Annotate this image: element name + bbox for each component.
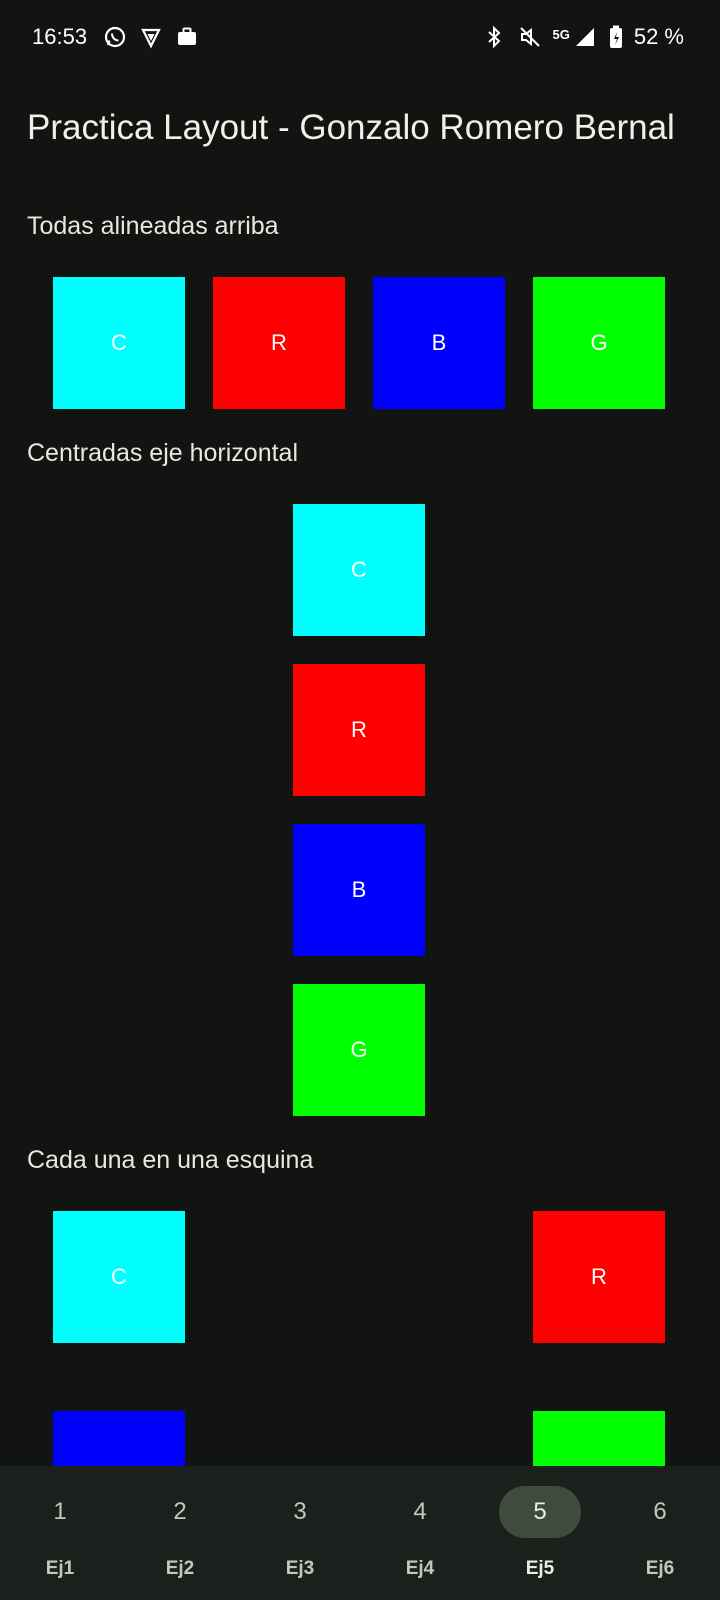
square-green: G bbox=[533, 277, 665, 409]
mute-icon bbox=[517, 24, 543, 50]
battery-percent: 52 % bbox=[633, 24, 684, 49]
nav-item-ej4[interactable]: 4 Ej4 bbox=[360, 1466, 480, 1600]
square-cyan: C bbox=[53, 277, 185, 409]
bottom-navigation-bar: 1 Ej1 2 Ej2 3 Ej3 4 Ej4 5 Ej5 6 Ej6 bbox=[0, 1466, 720, 1600]
nav-item-ej3[interactable]: 3 Ej3 bbox=[240, 1466, 360, 1600]
nav-label: Ej1 bbox=[45, 1558, 75, 1579]
network-type: 5G bbox=[552, 26, 570, 42]
nav-item-ej2[interactable]: 2 Ej2 bbox=[120, 1466, 240, 1600]
nav-label: Ej5 bbox=[525, 1558, 555, 1579]
nav-number-5-icon: 5 bbox=[499, 1486, 581, 1538]
nav-item-ej1[interactable]: 1 Ej1 bbox=[0, 1466, 120, 1600]
nav-number-2-icon: 2 bbox=[173, 1498, 187, 1525]
section-title-corners: Cada una en una esquina bbox=[27, 1146, 314, 1174]
nav-label: Ej3 bbox=[285, 1558, 315, 1579]
section-title-centered: Centradas eje horizontal bbox=[27, 439, 298, 467]
nav-number-1-icon: 1 bbox=[53, 1498, 67, 1525]
nav-number-6-icon: 6 bbox=[653, 1498, 667, 1525]
square-red: R bbox=[293, 664, 425, 796]
battery-icon bbox=[608, 24, 624, 50]
nav-label: Ej4 bbox=[405, 1558, 435, 1579]
status-time: 16:53 bbox=[32, 24, 88, 49]
square-cyan: C bbox=[53, 1211, 185, 1343]
square-blue: B bbox=[373, 277, 505, 409]
nav-number-4-icon: 4 bbox=[413, 1498, 427, 1525]
app-title: Practica Layout - Gonzalo Romero Bernal bbox=[27, 108, 675, 147]
system-icons: 5G 52 % bbox=[481, 24, 684, 50]
nav-number-3-icon: 3 bbox=[293, 1498, 307, 1525]
square-cyan: C bbox=[293, 504, 425, 636]
square-green: G bbox=[293, 984, 425, 1116]
section-title-top-aligned: Todas alineadas arriba bbox=[27, 212, 279, 240]
nav-item-ej5[interactable]: 5 Ej5 bbox=[480, 1466, 600, 1600]
nav-label: Ej6 bbox=[645, 1558, 675, 1579]
square-red: R bbox=[533, 1211, 665, 1343]
bluetooth-icon bbox=[481, 24, 507, 50]
vpn-shield-icon bbox=[138, 24, 164, 50]
whatsapp-icon bbox=[102, 24, 128, 50]
square-red: R bbox=[213, 277, 345, 409]
nav-item-ej6[interactable]: 6 Ej6 bbox=[600, 1466, 720, 1600]
square-blue: B bbox=[293, 824, 425, 956]
notification-icons bbox=[102, 24, 200, 50]
signal-icon bbox=[572, 24, 598, 50]
briefcase-icon bbox=[174, 24, 200, 50]
nav-label: Ej2 bbox=[165, 1558, 195, 1579]
status-bar: 16:53 5G 52 % bbox=[0, 0, 720, 78]
